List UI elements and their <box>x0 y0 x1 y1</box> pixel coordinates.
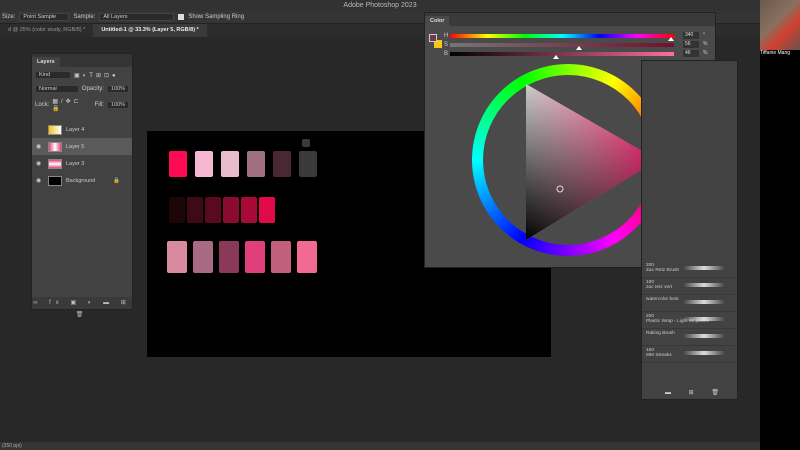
layer-row[interactable]: ◉ Layer 5 <box>32 138 132 155</box>
brush-stroke-preview <box>683 334 725 338</box>
brush-item[interactable]: 200 Plastic Wrap - Light 90 pixels! <box>642 312 737 329</box>
hue-unit: ° <box>703 32 705 38</box>
brush-item[interactable]: 100 zac retz vert <box>642 278 737 295</box>
b-label: B <box>444 51 449 57</box>
app-title: Adobe Photoshop 2023 <box>343 2 417 9</box>
fill-field[interactable]: 100% <box>106 101 129 109</box>
color-swatch <box>219 241 239 273</box>
video-participant-name: Tiffanie Mang <box>760 50 800 57</box>
sampling-ring-label: Show Sampling Ring <box>188 14 245 20</box>
layer-name: Layer 3 <box>66 160 85 167</box>
layer-name: Background <box>66 177 96 184</box>
color-swatch <box>297 241 317 273</box>
saturation-value[interactable]: 56 <box>683 41 699 48</box>
color-swatch <box>259 197 275 223</box>
color-swatch <box>302 139 310 147</box>
saturation-slider[interactable] <box>450 43 674 47</box>
eye-icon[interactable]: ◉ <box>36 160 44 167</box>
color-swatch <box>245 241 265 273</box>
brush-stroke-preview <box>683 300 725 304</box>
layer-filter-select[interactable]: Kind <box>35 71 71 79</box>
layer-thumbnail <box>48 124 62 135</box>
h-label: H <box>444 33 449 39</box>
hue-wheel[interactable] <box>472 64 664 256</box>
size-select[interactable]: Point Sample <box>19 13 70 21</box>
fill-label: Fill: <box>94 102 104 108</box>
layer-row[interactable]: ◉ Background 🔒 <box>32 172 132 189</box>
saturation-unit: % <box>703 41 708 47</box>
brush-stroke-preview <box>683 317 725 321</box>
layer-row[interactable]: Layer 4 <box>32 121 132 138</box>
brightness-unit: % <box>703 50 708 56</box>
eye-icon[interactable]: ◉ <box>36 143 44 150</box>
layer-thumbnail <box>48 175 62 186</box>
status-text: (350 ppi) <box>2 443 22 449</box>
brush-item[interactable]: watercolor best <box>642 295 737 312</box>
opacity-field[interactable]: 100% <box>106 85 129 93</box>
video-sidebar <box>760 57 800 450</box>
size-label: Size: <box>2 14 16 20</box>
color-swatch <box>193 241 213 273</box>
layer-name: Layer 5 <box>66 143 85 150</box>
brush-item[interactable]: 200 Zac Retz Brush <box>642 261 737 278</box>
color-swatch <box>169 151 187 177</box>
brush-item[interactable]: Raking Brush <box>642 329 737 346</box>
color-swatch <box>169 197 185 223</box>
brightness-value[interactable]: 46 <box>683 50 699 57</box>
s-label: S <box>444 42 449 48</box>
brushes-panel: 200 Zac Retz Brush 100 zac retz vert waterco… <box>641 60 738 400</box>
color-swatch <box>195 151 213 177</box>
filter-icons[interactable]: ▣◐T⊞⊡● <box>74 72 119 79</box>
hue-slider[interactable] <box>450 34 674 38</box>
blend-mode-select[interactable]: Normal <box>35 85 79 93</box>
saturation-thumb[interactable] <box>576 46 582 50</box>
brush-stroke-preview <box>683 266 725 270</box>
hue-thumb[interactable] <box>668 37 674 41</box>
color-swatch <box>271 241 291 273</box>
video-thumbnail <box>760 0 800 57</box>
color-swatch <box>205 197 221 223</box>
color-swatch <box>187 197 203 223</box>
layer-thumbnail <box>48 158 62 169</box>
sample-select[interactable]: All Layers <box>99 13 175 21</box>
layer-name: Layer 4 <box>66 126 85 133</box>
layer-actions[interactable]: ∞ fx ▣ ◐ ▬ ⊞ 🗑 <box>32 297 132 318</box>
lock-icon: 🔒 <box>113 177 120 184</box>
color-swatch <box>273 151 291 177</box>
brush-actions[interactable]: ▬ ⊞ 🗑 <box>642 389 737 399</box>
opacity-label: Opacity: <box>81 86 104 92</box>
title-bar: Adobe Photoshop 2023 <box>0 0 760 11</box>
lock-label: Lock: <box>35 102 50 108</box>
tab-color-study[interactable]: d @ 25% (color study, RGB/8) * <box>0 24 93 37</box>
color-swatch <box>241 197 257 223</box>
brush-stroke-preview <box>683 283 725 287</box>
layer-thumbnail <box>48 141 62 152</box>
layers-panel: Layers Kind ▣◐T⊞⊡● Normal Opacity: 100% … <box>31 53 133 318</box>
hue-value[interactable]: 340 <box>683 32 699 39</box>
layers-tab[interactable]: Layers <box>32 57 60 67</box>
color-swatch <box>299 151 317 177</box>
layer-row[interactable]: ◉ Layer 3 <box>32 155 132 172</box>
color-tab[interactable]: Color <box>425 16 450 26</box>
lock-icons[interactable]: ▦/✥⊏🔒 <box>52 98 91 112</box>
color-swatch <box>247 151 265 177</box>
color-swatch <box>221 151 239 177</box>
color-swatch <box>167 241 187 273</box>
brightness-slider[interactable] <box>450 52 674 56</box>
color-swatch <box>223 197 239 223</box>
status-bar: (350 ppi) <box>0 442 760 450</box>
sample-label: Sample: <box>73 14 96 20</box>
foreground-color-swatch[interactable] <box>429 34 437 42</box>
brush-stroke-preview <box>683 351 725 355</box>
tab-untitled-1[interactable]: Untitled-1 @ 33.3% (Layer 5, RGB/8) * <box>93 24 207 37</box>
brightness-thumb[interactable] <box>553 55 559 59</box>
sampling-ring-checkbox[interactable] <box>178 14 185 20</box>
brush-item[interactable]: 150 MM Streaks <box>642 346 737 363</box>
saturation-brightness-triangle[interactable] <box>472 64 664 256</box>
eye-icon[interactable]: ◉ <box>36 177 44 184</box>
brush-list-top <box>642 61 737 261</box>
